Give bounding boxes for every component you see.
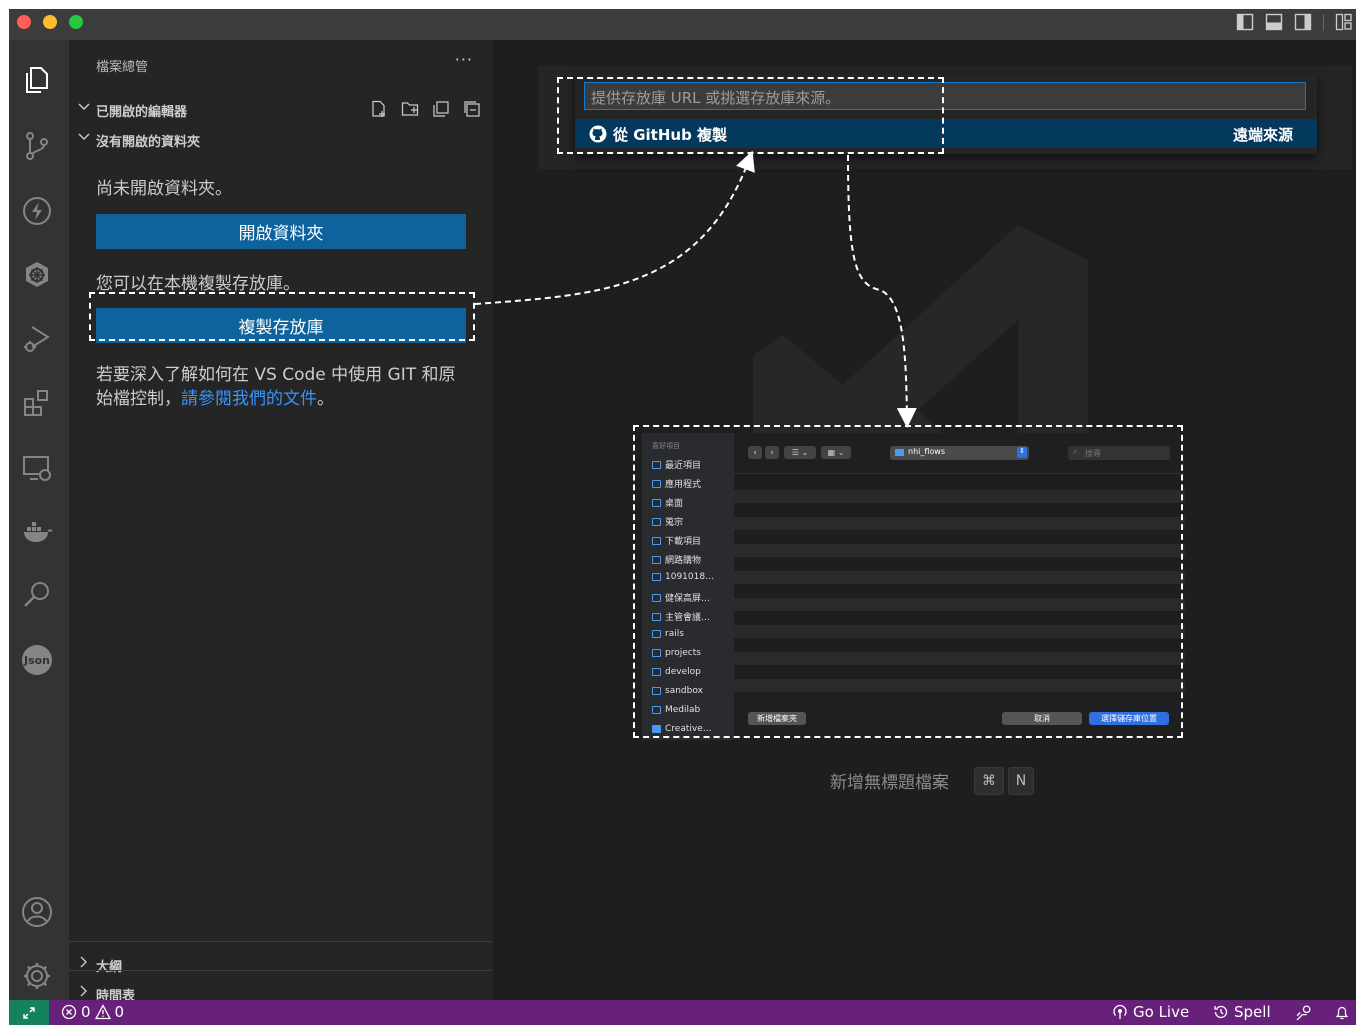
arrow-to-folder-picker — [847, 154, 917, 428]
arrow-to-github-item — [474, 150, 755, 305]
annotation-arrows — [474, 150, 917, 428]
